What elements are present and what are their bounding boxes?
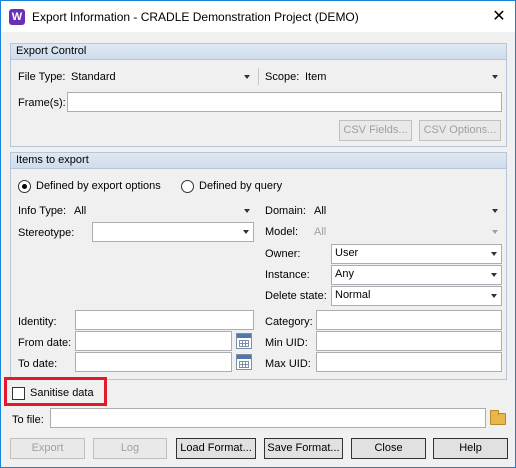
export-control-header: Export Control [11,44,506,60]
info-type-dropdown[interactable]: All [71,202,253,219]
file-type-value: Standard [71,71,116,83]
from-date-label: From date: [18,337,72,349]
to-file-label: To file: [12,414,44,426]
divider [258,68,259,85]
identity-input[interactable] [75,310,254,330]
radio-export-options-label[interactable]: Defined by export options [36,180,161,192]
domain-value: All [314,205,327,217]
frames-input[interactable] [67,92,502,112]
domain-label: Domain: [265,205,306,217]
items-to-export-header: Items to export [11,153,506,169]
owner-label: Owner: [265,248,301,260]
csv-fields-button[interactable]: CSV Fields... [339,120,412,141]
to-date-label: To date: [18,358,58,370]
info-type-label: Info Type: [18,205,67,217]
close-button[interactable]: Close [351,438,426,459]
sanitise-data-checkbox[interactable] [12,387,25,400]
chevron-down-icon [492,209,498,213]
load-format-button[interactable]: Load Format... [176,438,256,459]
save-format-button[interactable]: Save Format... [264,438,343,459]
min-uid-label: Min UID: [265,337,308,349]
from-date-input[interactable] [75,331,232,351]
owner-combobox[interactable]: User [331,244,502,264]
export-information-dialog: W Export Information - CRADLE Demonstrat… [0,0,516,468]
title-bar: W Export Information - CRADLE Demonstrat… [1,1,515,32]
to-date-input[interactable] [75,352,232,372]
model-dropdown[interactable]: All [311,223,501,240]
chevron-down-icon [243,230,249,234]
domain-dropdown[interactable]: All [311,202,501,219]
items-to-export-group: Items to export Defined by export option… [10,152,507,380]
category-input[interactable] [316,310,502,330]
calendar-icon[interactable] [236,354,252,370]
file-type-dropdown[interactable]: Standard [67,68,253,85]
instance-combobox[interactable]: Any [331,265,502,285]
owner-value: User [335,247,359,259]
min-uid-input[interactable] [316,331,502,351]
export-control-group: Export Control File Type: Standard Scope… [10,43,507,147]
stereotype-label: Stereotype: [18,227,75,239]
sanitise-data-label[interactable]: Sanitise data [30,387,94,399]
max-uid-label: Max UID: [265,358,311,370]
radio-export-options[interactable] [18,180,31,193]
chevron-down-icon [491,252,497,256]
delete-state-combobox[interactable]: Normal [331,286,502,306]
to-file-input[interactable] [50,408,486,428]
export-button[interactable]: Export [10,438,85,459]
csv-options-button[interactable]: CSV Options... [419,120,501,141]
category-label: Category: [265,316,313,328]
max-uid-input[interactable] [316,352,502,372]
help-button[interactable]: Help [433,438,508,459]
scope-value: Item [305,71,327,83]
delete-state-label: Delete state: [265,290,327,302]
instance-value: Any [335,268,354,280]
chevron-down-icon [244,75,250,79]
chevron-down-icon [244,209,250,213]
close-icon[interactable]: ✕ [483,1,515,32]
frames-label: Frame(s): [18,97,66,109]
radio-query[interactable] [181,180,194,193]
stereotype-combobox[interactable] [92,222,254,242]
identity-label: Identity: [18,316,57,328]
app-icon: W [9,9,25,25]
file-type-label: File Type: [18,71,66,83]
window-title: Export Information - CRADLE Demonstratio… [32,10,359,24]
scope-label: Scope: [265,71,300,83]
instance-label: Instance: [265,269,310,281]
delete-state-value: Normal [335,289,371,301]
chevron-down-icon [492,75,498,79]
scope-dropdown[interactable]: Item [301,68,501,85]
folder-icon[interactable] [490,410,506,425]
radio-query-label[interactable]: Defined by query [199,180,282,192]
model-value: All [314,226,327,238]
radio-selected-dot [22,184,27,189]
chevron-down-icon [491,273,497,277]
info-type-value: All [74,205,87,217]
log-button[interactable]: Log [93,438,167,459]
calendar-icon[interactable] [236,333,252,349]
model-label: Model: [265,226,299,238]
chevron-down-icon [492,230,498,234]
chevron-down-icon [491,294,497,298]
